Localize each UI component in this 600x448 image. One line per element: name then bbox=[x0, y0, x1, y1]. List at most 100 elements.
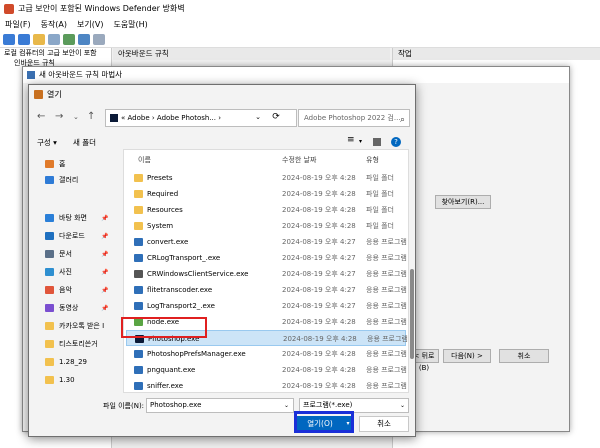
nav-item-desktop[interactable]: 바탕 화면 bbox=[45, 211, 87, 225]
file-date: 2024-08-19 오후 4:28 bbox=[282, 222, 356, 230]
export-icon[interactable] bbox=[63, 34, 75, 45]
nav-item-videos[interactable]: 동영상 bbox=[45, 301, 78, 315]
pane-icon[interactable] bbox=[93, 34, 105, 45]
main-toolbar bbox=[0, 32, 600, 48]
nav-item-kakaotalk[interactable]: 카카오톡 받은 I bbox=[45, 319, 104, 333]
executable-icon bbox=[134, 238, 143, 246]
file-date: 2024-08-19 오후 4:28 bbox=[282, 350, 356, 358]
gallery-icon bbox=[45, 176, 54, 184]
music-icon bbox=[45, 286, 54, 294]
nav-item-home[interactable]: 홈 bbox=[45, 157, 65, 171]
pin-icon: 📌 bbox=[101, 287, 109, 294]
file-type: 응용 프로그램 bbox=[366, 254, 407, 262]
help-icon[interactable] bbox=[78, 34, 90, 45]
filename-dropdown-icon[interactable]: ⌄ bbox=[284, 398, 294, 413]
file-row[interactable]: LogTransport2_.exe 2024-08-19 오후 4:27 응용 프… bbox=[126, 298, 407, 314]
folder-icon bbox=[134, 174, 143, 182]
scrollbar-thumb[interactable] bbox=[410, 269, 414, 359]
pin-icon: 📌 bbox=[101, 305, 109, 312]
nav-item-folder-1-30[interactable]: 1.30 bbox=[45, 373, 75, 387]
chevron-down-icon: ⌄ bbox=[399, 402, 405, 409]
address-dropdown-icon[interactable]: ⌄ bbox=[251, 109, 265, 127]
file-row[interactable]: Presets 2024-08-19 오후 4:28 파일 폴더 bbox=[126, 170, 406, 186]
nav-item-gallery[interactable]: 갤러리 bbox=[45, 173, 78, 187]
file-row[interactable]: sniffer.exe 2024-08-19 오후 4:28 응용 프로그램 bbox=[126, 378, 407, 392]
recent-dropdown-icon[interactable]: ⌄ bbox=[73, 113, 79, 121]
file-row[interactable]: Required 2024-08-19 오후 4:28 파일 폴더 bbox=[126, 186, 406, 202]
up-icon[interactable]: ↑ bbox=[87, 111, 95, 122]
nav-item-downloads[interactable]: 다운로드 bbox=[45, 229, 85, 243]
file-date: 2024-08-19 오후 4:28 bbox=[282, 366, 356, 374]
file-date: 2024-08-19 오후 4:27 bbox=[282, 270, 356, 278]
nav-item-music[interactable]: 음악 bbox=[45, 283, 72, 297]
organize-button[interactable]: 구성 ▾ bbox=[37, 137, 57, 148]
video-icon bbox=[45, 304, 54, 312]
refresh-icon[interactable]: ⟳ bbox=[269, 109, 283, 127]
view-options-icon[interactable]: ≡ bbox=[347, 135, 355, 145]
executable-icon bbox=[134, 366, 143, 374]
file-name: System bbox=[147, 222, 174, 230]
file-row[interactable]: PhotoshopPrefsManager.exe 2024-08-19 오후 4… bbox=[126, 346, 407, 362]
file-name: flitetranscoder.exe bbox=[147, 286, 213, 294]
menu-action[interactable]: 동작(A) bbox=[36, 18, 72, 32]
view-dropdown-icon[interactable]: ▾ bbox=[359, 138, 362, 145]
folder-icon bbox=[45, 340, 54, 348]
pin-icon: 📌 bbox=[101, 251, 109, 258]
cancel-button[interactable]: 취소 bbox=[359, 416, 409, 432]
column-name[interactable]: 이름 bbox=[138, 155, 151, 165]
menu-view[interactable]: 보기(V) bbox=[72, 18, 108, 32]
file-row[interactable]: pngquant.exe 2024-08-19 오후 4:28 응용 프로그램 bbox=[126, 362, 407, 378]
menu-file[interactable]: 파일(F) bbox=[0, 18, 36, 32]
file-row[interactable]: CRLogTransport_.exe 2024-08-19 오후 4:27 응용 … bbox=[126, 250, 407, 266]
open-file-dialog: 열기 ← → ⌄ ↑ « Adobe › Adobe Photosh... › … bbox=[28, 84, 416, 437]
pin-icon: 📌 bbox=[101, 233, 109, 240]
back-icon[interactable]: ← bbox=[37, 111, 45, 122]
file-date: 2024-08-19 오후 4:28 bbox=[283, 335, 357, 343]
next-button[interactable]: 다음(N) > bbox=[443, 349, 491, 363]
nav-item-folder-1-28[interactable]: 1.28_29 bbox=[45, 355, 87, 369]
navigation-pane: 홈 갤러리 바탕 화면 📌 다운로드 📌 문서 📌 사진 📌 음악 📌 동영상 … bbox=[29, 153, 117, 393]
file-row[interactable]: CRWindowsClientService.exe 2024-08-19 오후 … bbox=[126, 266, 407, 282]
main-window-title: 고급 보안이 포함된 Windows Defender 방화벽 bbox=[18, 4, 185, 13]
help-icon[interactable]: ? bbox=[391, 137, 401, 147]
new-folder-button[interactable]: 새 폴더 bbox=[73, 137, 96, 148]
file-row[interactable]: flitetranscoder.exe 2024-08-19 오후 4:27 응용 … bbox=[126, 282, 407, 298]
forward-arrow-icon[interactable] bbox=[18, 34, 30, 45]
file-type: 응용 프로그램 bbox=[366, 382, 407, 390]
nav-item-documents[interactable]: 문서 bbox=[45, 247, 72, 261]
pictures-icon bbox=[45, 268, 54, 276]
file-row[interactable]: System 2024-08-19 오후 4:28 파일 폴더 bbox=[126, 218, 406, 234]
nav-item-pictures[interactable]: 사진 bbox=[45, 265, 72, 279]
back-arrow-icon[interactable] bbox=[3, 34, 15, 45]
file-name: Required bbox=[147, 190, 179, 198]
browse-button[interactable]: 찾아보기(R)... bbox=[435, 195, 491, 209]
forward-icon[interactable]: → bbox=[55, 111, 63, 122]
file-list-scrollbar[interactable] bbox=[409, 149, 415, 393]
file-date: 2024-08-19 오후 4:27 bbox=[282, 302, 356, 310]
file-name: Resources bbox=[147, 206, 183, 214]
folder-up-icon[interactable] bbox=[33, 34, 45, 45]
properties-icon[interactable] bbox=[48, 34, 60, 45]
preview-pane-icon[interactable] bbox=[373, 138, 381, 146]
download-icon bbox=[45, 232, 54, 240]
file-date: 2024-08-19 오후 4:28 bbox=[282, 382, 356, 390]
executable-icon bbox=[134, 254, 143, 262]
file-row[interactable]: convert.exe 2024-08-19 오후 4:27 응용 프로그램 bbox=[126, 234, 407, 250]
file-name: convert.exe bbox=[147, 238, 189, 246]
column-type[interactable]: 유형 bbox=[366, 155, 379, 165]
filename-input[interactable]: Photoshop.exe bbox=[146, 398, 294, 413]
nav-item-tistory[interactable]: 티스토리쓴거 bbox=[45, 337, 98, 351]
file-row[interactable]: Resources 2024-08-19 오후 4:28 파일 폴더 bbox=[126, 202, 406, 218]
wizard-icon bbox=[27, 71, 35, 79]
tree-item-root[interactable]: 로컬 컴퓨터의 고급 보안이 포함 bbox=[0, 48, 111, 58]
main-window-titlebar: 고급 보안이 포함된 Windows Defender 방화벽 bbox=[0, 0, 600, 18]
search-box[interactable]: Adobe Photoshop 2022 검... ⌕ bbox=[298, 109, 410, 127]
column-date[interactable]: 수정한 날짜 bbox=[282, 155, 316, 165]
wizard-cancel-button[interactable]: 취소 bbox=[499, 349, 549, 363]
file-type: 파일 폴더 bbox=[366, 222, 394, 230]
firewall-app-icon bbox=[4, 4, 14, 14]
dialog-titlebar: 열기 bbox=[29, 85, 415, 105]
folder-icon bbox=[134, 190, 143, 198]
actions-header: 작업 bbox=[393, 48, 600, 60]
menu-help[interactable]: 도움말(H) bbox=[108, 18, 152, 32]
